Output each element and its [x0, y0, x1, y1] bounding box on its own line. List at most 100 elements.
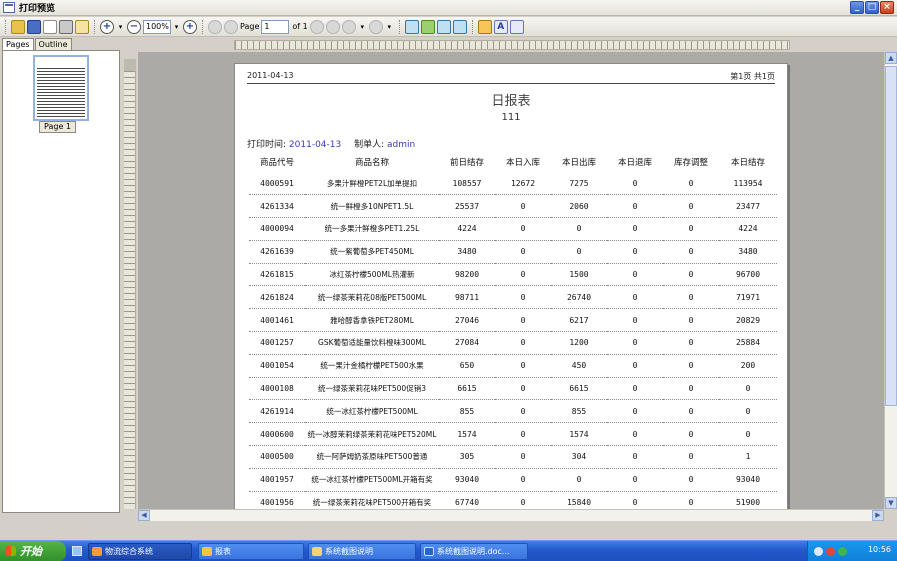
- window-controls: _ □ ×: [850, 1, 894, 14]
- taskbar-item-logistics[interactable]: 物流综合系统: [88, 543, 192, 560]
- network-icon[interactable]: [814, 547, 823, 556]
- table-cell: 108557: [439, 172, 495, 196]
- table-cell: 0: [663, 217, 719, 241]
- multi-page-view-icon[interactable]: [452, 19, 467, 34]
- scroll-down-icon[interactable]: ▼: [885, 497, 897, 509]
- scroll-right-icon[interactable]: ▶: [872, 510, 884, 521]
- last-page-icon[interactable]: [325, 19, 340, 34]
- hand-tool-icon[interactable]: [477, 19, 492, 34]
- table-cell: 统一鲜橙多10NPET1.5L: [305, 194, 439, 219]
- table-cell: 统一果汁金橘柠檬PET500水果: [305, 354, 439, 378]
- column-header: 本日退库: [617, 158, 652, 168]
- taskbar: 开始 物流综合系统 报表 系统截图说明 系统截图说明.doc... 10:56: [0, 540, 897, 561]
- vertical-scroll-thumb[interactable]: [885, 66, 897, 406]
- taskbar-item-document[interactable]: 系统截图说明.doc...: [420, 543, 528, 560]
- first-page-icon[interactable]: [208, 19, 222, 34]
- table-cell: 4261914: [249, 399, 305, 424]
- table-cell: 0: [495, 468, 551, 492]
- forward-icon[interactable]: [368, 19, 383, 34]
- open-folder-icon[interactable]: [11, 19, 25, 34]
- zoom-dropdown-icon[interactable]: ▾: [172, 20, 181, 34]
- back-dropdown-icon[interactable]: ▾: [358, 20, 367, 34]
- font-icon[interactable]: A: [493, 19, 508, 34]
- table-cell: 0: [495, 263, 551, 287]
- next-page-icon[interactable]: [309, 19, 324, 34]
- thumbnail-label: Page 1: [39, 121, 76, 133]
- close-button[interactable]: ×: [880, 1, 894, 14]
- table-cell: 0: [495, 217, 551, 241]
- zoom-out-icon[interactable]: −: [127, 19, 141, 34]
- zoom-plus-icon[interactable]: +: [183, 19, 197, 34]
- back-icon[interactable]: [341, 19, 356, 34]
- table-cell: 0: [607, 285, 663, 310]
- table-cell: 0: [607, 422, 663, 447]
- zoom-in-icon[interactable]: +: [100, 19, 114, 34]
- table-cell: 4000094: [249, 217, 305, 241]
- table-cell: 855: [551, 399, 607, 424]
- page-number-field[interactable]: 1: [261, 19, 290, 34]
- tab-outline[interactable]: Outline: [34, 38, 72, 50]
- maximize-button[interactable]: □: [865, 1, 879, 14]
- toolbar-grip[interactable]: [5, 19, 8, 34]
- new-document-icon[interactable]: [43, 19, 57, 34]
- table-cell: 113954: [719, 172, 777, 196]
- column-header: 商品名称: [354, 158, 389, 168]
- vertical-scrollbar[interactable]: ▲ ▼: [884, 52, 897, 509]
- table-cell: 0: [495, 354, 551, 378]
- ruler-corner: [124, 59, 136, 71]
- save-icon[interactable]: [27, 19, 41, 34]
- single-page-view-icon[interactable]: [404, 19, 419, 34]
- horizontal-scrollbar[interactable]: ◀ ▶: [138, 509, 884, 521]
- table-cell: 0: [607, 399, 663, 424]
- scroll-left-icon[interactable]: ◀: [138, 510, 150, 521]
- preview-canvas[interactable]: 2011-04-13 第1页 共1页 日报表 111 打印时间: 2011-04…: [138, 52, 884, 509]
- taskbar-item-report[interactable]: 报表: [198, 543, 304, 560]
- quick-launch-icon[interactable]: [72, 546, 82, 556]
- print-icon[interactable]: [59, 19, 73, 34]
- taskbar-item-folder[interactable]: 系统截图说明: [308, 543, 416, 560]
- previous-page-icon[interactable]: [224, 19, 238, 34]
- scroll-up-icon[interactable]: ▲: [885, 52, 897, 64]
- table-cell: 3480: [719, 240, 777, 264]
- table-cell: 0: [607, 263, 663, 287]
- start-button[interactable]: 开始: [0, 541, 66, 561]
- antivirus-icon[interactable]: [826, 547, 835, 556]
- two-page-view-icon[interactable]: [436, 19, 451, 34]
- pages-panel: Page 1: [2, 50, 120, 513]
- table-cell: 96700: [719, 263, 777, 287]
- table-cell: 4261334: [249, 194, 305, 219]
- panel-tabs: Pages Outline: [2, 38, 73, 50]
- table-cell: 0: [663, 399, 719, 424]
- table-cell: 650: [439, 354, 495, 378]
- column-header: 商品代号: [259, 158, 294, 168]
- report-meta: 打印时间: 2011-04-13 制单人: admin: [247, 137, 425, 150]
- table-cell: 0: [663, 354, 719, 378]
- find-icon[interactable]: [509, 19, 524, 34]
- export-icon[interactable]: [75, 19, 89, 34]
- page-thumbnail[interactable]: [33, 55, 89, 121]
- tab-pages[interactable]: Pages: [2, 38, 34, 50]
- app-icon: [92, 547, 102, 556]
- report-title: 日报表: [491, 94, 531, 109]
- table-cell: 93040: [719, 468, 777, 492]
- toolbar-separator: [94, 19, 97, 34]
- table-cell: 4001054: [249, 354, 305, 378]
- table-cell: 0: [719, 399, 777, 424]
- table-cell: 统一冰醇茉莉绿茶茉莉花味PET520ML: [305, 422, 439, 447]
- zoom-level-field[interactable]: 100%: [143, 19, 171, 34]
- table-cell: 4001461: [249, 308, 305, 333]
- table-cell: 0: [663, 377, 719, 401]
- table-cell: 0: [663, 331, 719, 355]
- minimize-button[interactable]: _: [850, 1, 864, 14]
- app-icon: [3, 2, 15, 13]
- security-icon[interactable]: [838, 547, 847, 556]
- table-cell: 统一冰红茶柠檬PET500ML开箱有奖: [305, 468, 439, 492]
- fit-width-view-icon[interactable]: [420, 19, 435, 34]
- thumbnail-preview: [37, 59, 85, 117]
- table-cell: 统一阿萨姆奶茶原味PET500普通: [305, 445, 439, 469]
- table-cell: 4000600: [249, 422, 305, 447]
- zoom-in-dropdown-icon[interactable]: ▾: [116, 20, 125, 34]
- table-cell: 0: [551, 468, 607, 492]
- table-cell: 305: [439, 445, 495, 469]
- forward-dropdown-icon[interactable]: ▾: [385, 20, 394, 34]
